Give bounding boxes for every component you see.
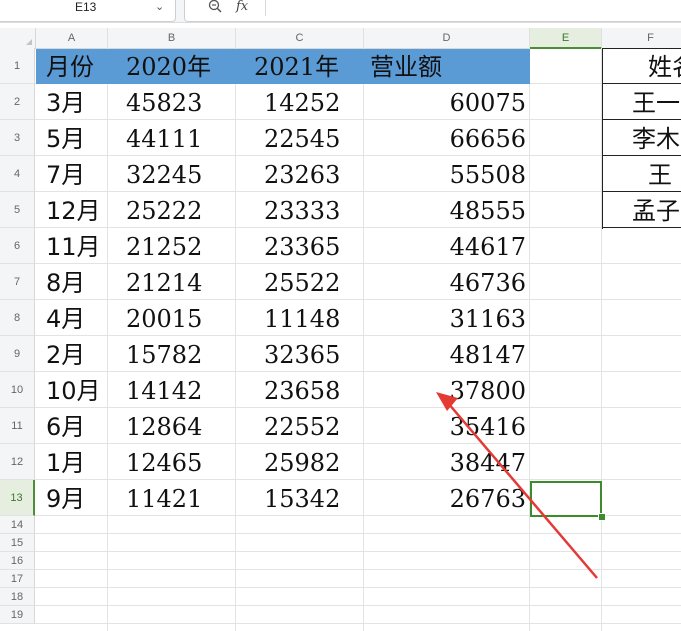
annotation-arrow bbox=[436, 392, 598, 579]
